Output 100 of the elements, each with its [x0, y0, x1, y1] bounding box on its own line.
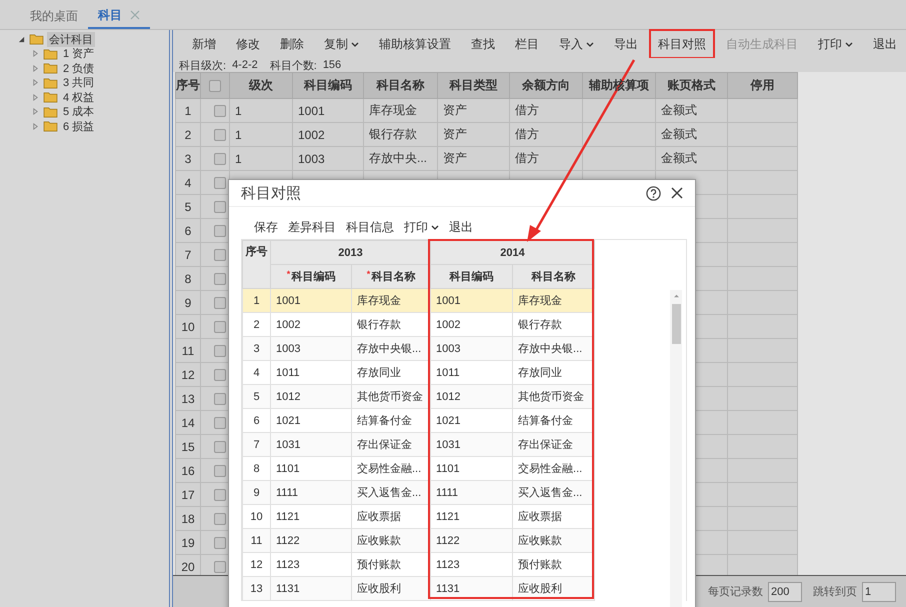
table-row[interactable]: 8 1101 交易性金融... 1101 交易性金融... [242, 456, 595, 480]
table-cell: 1001 [298, 104, 325, 118]
row-checkbox[interactable] [214, 441, 226, 454]
row-checkbox[interactable] [214, 465, 226, 478]
column-header: 科目名称 [371, 271, 416, 283]
toolbar-button[interactable]: 删除 [271, 29, 313, 59]
row-number: 3 [253, 342, 260, 354]
row-number: 13 [181, 392, 195, 406]
row-number: 11 [182, 344, 194, 358]
table-cell: 交易性金融... [518, 463, 582, 475]
toolbar-button[interactable]: 科目信息 [341, 218, 399, 236]
tree-item[interactable]: 4 权益 [61, 90, 96, 105]
expander-icon[interactable] [18, 36, 25, 43]
column-header: 停用 [750, 78, 774, 92]
toolbar-button[interactable]: 新增 [183, 29, 225, 59]
row-checkbox[interactable] [214, 273, 226, 286]
row-number: 16 [181, 464, 195, 478]
table-cell: 1121 [436, 510, 460, 522]
table-row[interactable]: 5 1012 其他货币资金 1012 其他货币资金 [242, 384, 595, 408]
row-number: 18 [181, 512, 195, 526]
row-checkbox[interactable] [214, 345, 226, 358]
row-checkbox[interactable] [214, 105, 226, 118]
table-row[interactable]: 4 1011 存放同业 1011 存放同业 [242, 360, 595, 384]
table-row[interactable]: 12 1123 预付账款 1123 预付账款 [242, 552, 595, 576]
table-cell: 1002 [436, 318, 460, 330]
table-cell: 借方 [515, 127, 539, 141]
table-cell: 预付账款 [357, 559, 401, 571]
table-cell: 1131 [276, 582, 300, 594]
tree-item[interactable]: 1 资产 [61, 46, 96, 62]
table-row[interactable]: 9 1111 买入返售金... 1111 买入返售金... [242, 480, 595, 504]
table-row[interactable]: 6 1021 结算备付金 1021 结算备付金 [242, 408, 595, 432]
row-checkbox[interactable] [214, 417, 226, 430]
jump-label: 跳转到页 [813, 585, 857, 599]
help-icon[interactable] [646, 186, 661, 200]
table-cell: 买入返售金... [357, 487, 422, 499]
tree-item[interactable]: 3 共同 [61, 75, 96, 90]
row-checkbox[interactable] [214, 393, 226, 406]
toolbar-button[interactable]: 栏目 [506, 29, 548, 59]
row-checkbox[interactable] [214, 297, 226, 310]
scrollbar[interactable] [670, 290, 682, 607]
table-row[interactable]: 11 1122 应收账款 1122 应收账款 [242, 528, 595, 552]
table-cell: 应收股利 [357, 583, 401, 595]
toolbar-button[interactable]: 辅助核算设置 [370, 29, 460, 59]
row-number: 6 [184, 224, 192, 238]
toolbar-button[interactable]: 打印 [399, 218, 444, 236]
row-checkbox[interactable] [214, 129, 226, 142]
row-checkbox[interactable] [214, 369, 226, 382]
row-number: 4 [253, 366, 260, 378]
row-number: 7 [253, 438, 260, 450]
row-number: 2 [253, 318, 260, 330]
close-icon[interactable] [671, 187, 683, 199]
row-number: 10 [181, 320, 195, 334]
table-row[interactable]: 10 1121 应收票据 1121 应收票据 [242, 504, 595, 528]
table-cell: 应收股利 [518, 583, 562, 595]
toolbar-button[interactable]: 差异科目 [283, 218, 341, 236]
table-cell: 资产 [443, 103, 467, 117]
tab[interactable]: 我的桌面 [20, 3, 88, 29]
row-checkbox[interactable] [214, 177, 226, 190]
toolbar-button[interactable]: 保存 [249, 218, 283, 236]
row-checkbox[interactable] [214, 561, 226, 574]
table-row[interactable]: 3 1003 存放中央银... 1003 存放中央银... [242, 336, 595, 360]
tree-item[interactable]: 6 损益 [61, 118, 96, 134]
table-cell: 应收账款 [518, 535, 562, 547]
select-all-checkbox[interactable] [209, 80, 221, 92]
table-cell: 1011 [276, 366, 300, 378]
table-row[interactable]: 13 1131 应收股利 1131 应收股利 [242, 576, 595, 600]
toolbar-button[interactable]: 导出 [605, 29, 647, 59]
row-checkbox[interactable] [214, 513, 226, 526]
row-checkbox[interactable] [214, 153, 226, 166]
table-row[interactable]: 1 1001 库存现金 1001 库存现金 [242, 288, 595, 312]
scroll-up-icon[interactable] [672, 294, 680, 298]
tree-item[interactable]: 5 成本 [61, 104, 96, 120]
toolbar-button[interactable]: 退出 [444, 218, 478, 236]
page-size-field[interactable]: 200 [768, 582, 802, 602]
count-value: 156 [322, 59, 342, 71]
tree-item[interactable]: 会计科目 [47, 32, 95, 47]
table-cell: 1021 [276, 414, 300, 426]
page-field[interactable]: 1 [862, 582, 896, 602]
table-row[interactable]: 2 1002 银行存款 1002 银行存款 [242, 312, 595, 336]
row-checkbox[interactable] [214, 201, 226, 214]
table-cell: 1123 [276, 558, 300, 570]
row-checkbox[interactable] [214, 321, 226, 334]
toolbar-button[interactable]: 查找 [462, 29, 504, 59]
tree-item[interactable]: 2 负债 [61, 60, 96, 76]
scrollbar-thumb[interactable] [672, 304, 680, 344]
toolbar-button[interactable]: 修改 [227, 29, 269, 59]
row-number: 8 [184, 272, 192, 286]
row-checkbox[interactable] [214, 537, 226, 550]
page-size-label: 每页记录数 [708, 585, 763, 599]
folder-icon [43, 91, 58, 104]
column-header: 账页格式 [668, 78, 716, 92]
table-cell: 金额式 [661, 151, 697, 165]
toolbar-button[interactable]: 退出 [864, 29, 906, 59]
row-checkbox[interactable] [214, 489, 226, 502]
row-number: 9 [253, 486, 260, 498]
row-checkbox[interactable] [214, 249, 226, 262]
row-checkbox[interactable] [214, 225, 226, 238]
table-cell: 库存现金 [518, 295, 562, 307]
table-row[interactable]: 7 1031 存出保证金 1031 存出保证金 [242, 432, 595, 456]
table-cell: 1 [235, 128, 242, 142]
